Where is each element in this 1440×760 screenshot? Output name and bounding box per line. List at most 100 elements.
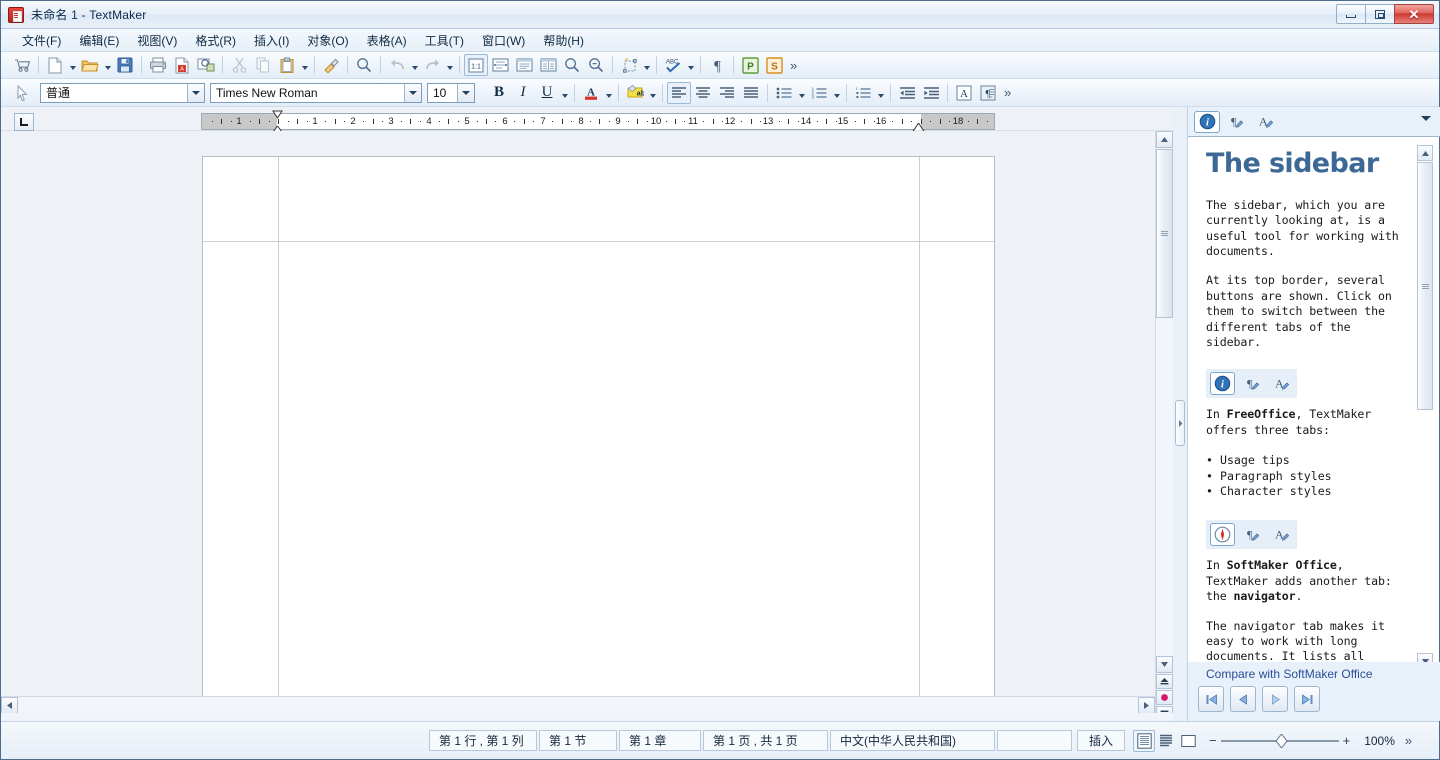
search-icon[interactable]: [352, 54, 376, 76]
compare-softmaker-link[interactable]: Compare with SoftMaker Office: [1206, 667, 1373, 681]
document-page[interactable]: [202, 156, 995, 713]
character-format-icon[interactable]: A: [952, 82, 976, 104]
print-preview-icon[interactable]: [194, 54, 218, 76]
redo-icon[interactable]: [420, 54, 444, 76]
redo-dropdown[interactable]: [444, 54, 455, 76]
tab-stop-selector[interactable]: [14, 113, 34, 131]
draft-view-icon[interactable]: [1155, 730, 1177, 752]
spellcheck-dropdown[interactable]: [685, 54, 696, 76]
cut-icon[interactable]: [227, 54, 251, 76]
underline-button[interactable]: U: [535, 82, 559, 104]
font-color-dropdown[interactable]: [603, 82, 614, 104]
font-name-combo[interactable]: Times New Roman: [210, 82, 422, 103]
status-cursor-position[interactable]: 第 1 行 , 第 1 列: [429, 730, 537, 751]
export-pdf-icon[interactable]: A: [170, 54, 194, 76]
new-document-dropdown[interactable]: [67, 54, 78, 76]
sidebar-scroll-thumb[interactable]: [1417, 162, 1433, 410]
paste-icon[interactable]: [275, 54, 299, 76]
align-center-icon[interactable]: [691, 82, 715, 104]
new-document-icon[interactable]: [43, 54, 67, 76]
bullet-list-dropdown[interactable]: [796, 82, 807, 104]
font-color-button[interactable]: A: [579, 82, 603, 104]
italic-button[interactable]: I: [511, 82, 535, 104]
menu-help[interactable]: 帮助(H): [534, 29, 593, 52]
align-right-icon[interactable]: [715, 82, 739, 104]
vertical-scroll-thumb[interactable]: [1156, 149, 1173, 318]
save-icon[interactable]: [113, 54, 137, 76]
menu-object[interactable]: 对象(O): [298, 29, 357, 52]
undo-dropdown[interactable]: [409, 54, 420, 76]
cursor-pointer-icon[interactable]: [10, 82, 34, 104]
maximize-button[interactable]: [1365, 4, 1394, 24]
menu-file[interactable]: 文件(F): [13, 29, 70, 52]
menu-insert[interactable]: 插入(I): [245, 29, 298, 52]
main-toolbar-overflow[interactable]: »: [786, 58, 801, 73]
horizontal-scrollbar[interactable]: [1, 696, 1155, 713]
next-page-button[interactable]: [1156, 706, 1173, 713]
copy-icon[interactable]: [251, 54, 275, 76]
zoom-level-label[interactable]: 100%: [1364, 734, 1395, 748]
sidebar-prev-button[interactable]: [1230, 686, 1256, 712]
print-icon[interactable]: [146, 54, 170, 76]
open-folder-dropdown[interactable]: [102, 54, 113, 76]
paragraph-marks-icon[interactable]: ¶: [705, 54, 729, 76]
chevron-down-icon[interactable]: [1421, 116, 1431, 121]
status-pages[interactable]: 第 1 页 , 共 1 页: [703, 730, 828, 751]
spellcheck-icon[interactable]: ABC: [661, 54, 685, 76]
zoom-100-icon[interactable]: 1:1: [464, 54, 488, 76]
presentations-icon[interactable]: P: [738, 54, 762, 76]
menu-view[interactable]: 视图(V): [128, 29, 186, 52]
format-painter-icon[interactable]: [319, 54, 343, 76]
document-canvas[interactable]: [1, 131, 1173, 713]
select-browse-object-button[interactable]: [1156, 690, 1173, 705]
menu-format[interactable]: 格式(R): [186, 29, 245, 52]
scroll-up-button[interactable]: [1156, 131, 1173, 148]
scroll-down-button[interactable]: [1156, 656, 1173, 673]
font-size-dropdown-icon[interactable]: [457, 83, 474, 102]
sidebar-tab-info[interactable]: i: [1194, 110, 1220, 133]
sidebar-first-button[interactable]: [1198, 686, 1224, 712]
menu-tools[interactable]: 工具(T): [416, 29, 473, 52]
whole-page-icon[interactable]: [512, 54, 536, 76]
page-width-icon[interactable]: [488, 54, 512, 76]
minimize-button[interactable]: [1336, 4, 1365, 24]
scroll-right-button[interactable]: [1138, 697, 1155, 713]
status-chapter[interactable]: 第 1 章: [619, 730, 701, 751]
statusbar-overflow[interactable]: »: [1401, 733, 1416, 748]
planmaker-icon[interactable]: S: [762, 54, 786, 76]
format-toolbar-overflow[interactable]: »: [1000, 85, 1015, 100]
sidebar-next-button[interactable]: [1262, 686, 1288, 712]
paragraph-style-combo[interactable]: 普通: [40, 82, 205, 103]
menu-edit[interactable]: 编辑(E): [70, 29, 128, 52]
splitter-handle[interactable]: [1175, 400, 1185, 446]
numbered-list-icon[interactable]: 123: [807, 82, 831, 104]
zoom-in-button[interactable]: +: [1343, 733, 1351, 748]
paragraph-format-icon[interactable]: ¶: [976, 82, 1000, 104]
highlight-button[interactable]: ab: [623, 82, 647, 104]
sidebar-tab-paragraph[interactable]: ¶: [1223, 111, 1249, 133]
status-extra[interactable]: [997, 730, 1072, 751]
vertical-scrollbar[interactable]: [1155, 131, 1173, 713]
status-section[interactable]: 第 1 节: [539, 730, 617, 751]
insert-object-dropdown[interactable]: [641, 54, 652, 76]
zoom-slider-knob[interactable]: [1274, 733, 1288, 748]
font-name-dropdown-icon[interactable]: [404, 83, 421, 102]
status-insert-mode[interactable]: 插入: [1077, 730, 1125, 751]
normal-view-icon[interactable]: [1133, 729, 1155, 752]
sidebar-scroll-up-button[interactable]: [1417, 145, 1433, 161]
underline-dropdown[interactable]: [559, 82, 570, 104]
sidebar-splitter[interactable]: [1173, 107, 1187, 721]
zoom-out-button[interactable]: −: [1209, 733, 1217, 748]
zoom-out-icon[interactable]: [584, 54, 608, 76]
undo-icon[interactable]: [385, 54, 409, 76]
increase-indent-icon[interactable]: [919, 82, 943, 104]
two-pages-icon[interactable]: [536, 54, 560, 76]
zoom-in-icon[interactable]: [560, 54, 584, 76]
decrease-indent-icon[interactable]: [895, 82, 919, 104]
outline-list-icon[interactable]: 1: [851, 82, 875, 104]
object-view-icon[interactable]: [1177, 730, 1199, 752]
first-line-indent-marker[interactable]: [272, 110, 283, 119]
zoom-slider[interactable]: [1217, 731, 1343, 751]
font-size-combo[interactable]: 10: [427, 82, 475, 103]
sidebar-tab-character[interactable]: A: [1252, 111, 1278, 133]
